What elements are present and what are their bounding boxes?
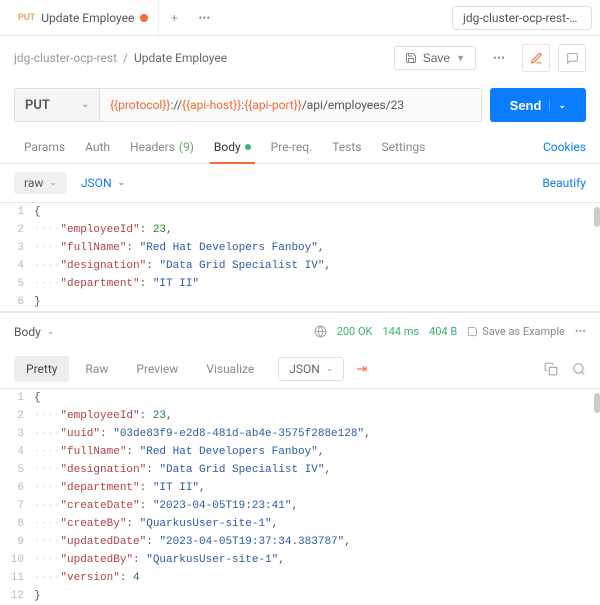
chevron-down-icon[interactable]: ⌄ — [549, 100, 566, 111]
send-label: Send — [510, 98, 542, 113]
code-line: 1{ — [0, 389, 600, 407]
code-line: 5····"designation": "Data Grid Specialis… — [0, 461, 600, 479]
breadcrumb-parent[interactable]: jdg-cluster-ocp-rest — [14, 51, 117, 65]
tab-bar: PUT Update Employee + ••• jdg-cluster-oc… — [0, 0, 600, 36]
breadcrumb-current: Update Employee — [134, 51, 227, 65]
code-line: 3····"uuid": "03de83f9-e2d8-481d-ab4e-35… — [0, 425, 600, 443]
response-size: 404 B — [429, 325, 457, 338]
request-row: PUT ⌄ {{protocol}}://{{api-host}}:{{api-… — [0, 80, 600, 130]
chevron-down-icon: ⌄ — [49, 178, 57, 188]
tab-auth[interactable]: Auth — [75, 130, 120, 163]
code-line: 7····"createDate": "2023-04-05T19:23:41"… — [0, 497, 600, 515]
request-tab[interactable]: PUT Update Employee — [8, 0, 159, 35]
response-bar: Body ⌄ 200 OK 144 ms 404 B Save as Examp… — [0, 312, 600, 350]
cookies-link[interactable]: Cookies — [543, 140, 586, 154]
method-label: PUT — [25, 98, 50, 113]
beautify-link[interactable]: Beautify — [542, 176, 586, 190]
code-line: 3····"fullName": "Red Hat Developers Fan… — [0, 239, 600, 257]
save-icon — [405, 52, 417, 64]
wrap-lines-icon[interactable]: ⇥ — [356, 362, 367, 377]
response-time: 144 ms — [382, 325, 419, 338]
more-actions-button[interactable]: ••• — [484, 51, 514, 65]
globe-icon[interactable] — [314, 325, 327, 338]
tab-body[interactable]: Body — [204, 130, 261, 163]
chevron-down-icon: ⌄ — [326, 364, 334, 374]
tab-headers[interactable]: Headers (9) — [120, 130, 204, 163]
chevron-down-icon: ⌄ — [47, 327, 55, 337]
save-label: Save — [423, 51, 450, 65]
search-icon[interactable] — [572, 362, 586, 376]
copy-icon[interactable] — [544, 362, 558, 376]
body-controls: raw ⌄ JSON ⌄ Beautify — [0, 164, 600, 202]
save-example-button[interactable]: Save as Example — [467, 325, 565, 338]
chevron-down-icon: ⌄ — [118, 178, 126, 188]
code-line: 2····"employeeId": 23, — [0, 407, 600, 425]
tab-tests[interactable]: Tests — [322, 130, 371, 163]
code-line: 8····"createBy": "QuarkusUser-site-1", — [0, 515, 600, 533]
code-line: 4····"fullName": "Red Hat Developers Fan… — [0, 443, 600, 461]
tab-preview[interactable]: Preview — [124, 356, 190, 382]
response-body-viewer[interactable]: 1{2····"employeeId": 23,3····"uuid": "03… — [0, 388, 600, 605]
tab-overflow-button[interactable]: ••• — [189, 11, 219, 25]
request-body-editor[interactable]: 1{2····"employeeId": 23,3····"fullName":… — [0, 202, 600, 312]
tab-visualize[interactable]: Visualize — [194, 356, 266, 382]
save-button[interactable]: Save ▼ — [394, 46, 476, 70]
more-icon[interactable]: ••• — [575, 325, 586, 338]
code-line: 10····"updatedBy": "QuarkusUser-site-1", — [0, 551, 600, 569]
tab-pretty[interactable]: Pretty — [14, 356, 69, 382]
request-tabs: Params Auth Headers (9) Body Pre-req. Te… — [0, 130, 600, 164]
tab-settings[interactable]: Settings — [371, 130, 435, 163]
environment-select[interactable]: jdg-cluster-ocp-rest-quarkus C — [452, 6, 592, 30]
chevron-down-icon: ▼ — [456, 53, 465, 63]
new-tab-button[interactable]: + — [159, 11, 189, 25]
breadcrumb-sep: / — [123, 51, 128, 65]
send-button[interactable]: Send ⌄ — [490, 88, 586, 122]
code-line: 6} — [0, 293, 600, 311]
code-line: 9····"updatedDate": "2023-04-05T19:37:34… — [0, 533, 600, 551]
tab-raw[interactable]: Raw — [73, 356, 120, 382]
body-format-select[interactable]: JSON ⌄ — [81, 176, 125, 190]
tab-prereq[interactable]: Pre-req. — [261, 130, 323, 163]
response-view-tabs: Pretty Raw Preview Visualize JSON ⌄ ⇥ — [0, 350, 600, 388]
unsaved-dot-icon — [140, 14, 148, 22]
tab-title: Update Employee — [41, 11, 134, 25]
url-input[interactable]: {{protocol}}://{{api-host}}:{{api-port}}… — [100, 88, 482, 122]
response-format-select[interactable]: JSON ⌄ — [278, 357, 344, 381]
tab-params[interactable]: Params — [14, 130, 75, 163]
code-line: 11····"version": 4 — [0, 569, 600, 587]
code-line: 2····"employeeId": 23, — [0, 221, 600, 239]
response-status: 200 OK — [337, 325, 373, 338]
body-type-select[interactable]: raw ⌄ — [14, 172, 67, 194]
comment-button[interactable] — [558, 44, 586, 72]
tab-method: PUT — [18, 13, 35, 23]
code-line: 5····"department": "IT II" — [0, 275, 600, 293]
edit-button[interactable] — [522, 44, 550, 72]
code-line: 12} — [0, 587, 600, 605]
chevron-down-icon: ⌄ — [81, 100, 89, 110]
breadcrumb-row: jdg-cluster-ocp-rest / Update Employee S… — [0, 36, 600, 80]
scrollbar-thumb[interactable] — [594, 393, 600, 413]
code-line: 1{ — [0, 203, 600, 221]
scrollbar-thumb[interactable] — [594, 207, 600, 227]
response-pane-select[interactable]: Body ⌄ — [14, 325, 54, 339]
method-select[interactable]: PUT ⌄ — [14, 88, 100, 122]
code-line: 4····"designation": "Data Grid Specialis… — [0, 257, 600, 275]
modified-dot-icon — [245, 144, 251, 150]
code-line: 6····"department": "IT II", — [0, 479, 600, 497]
